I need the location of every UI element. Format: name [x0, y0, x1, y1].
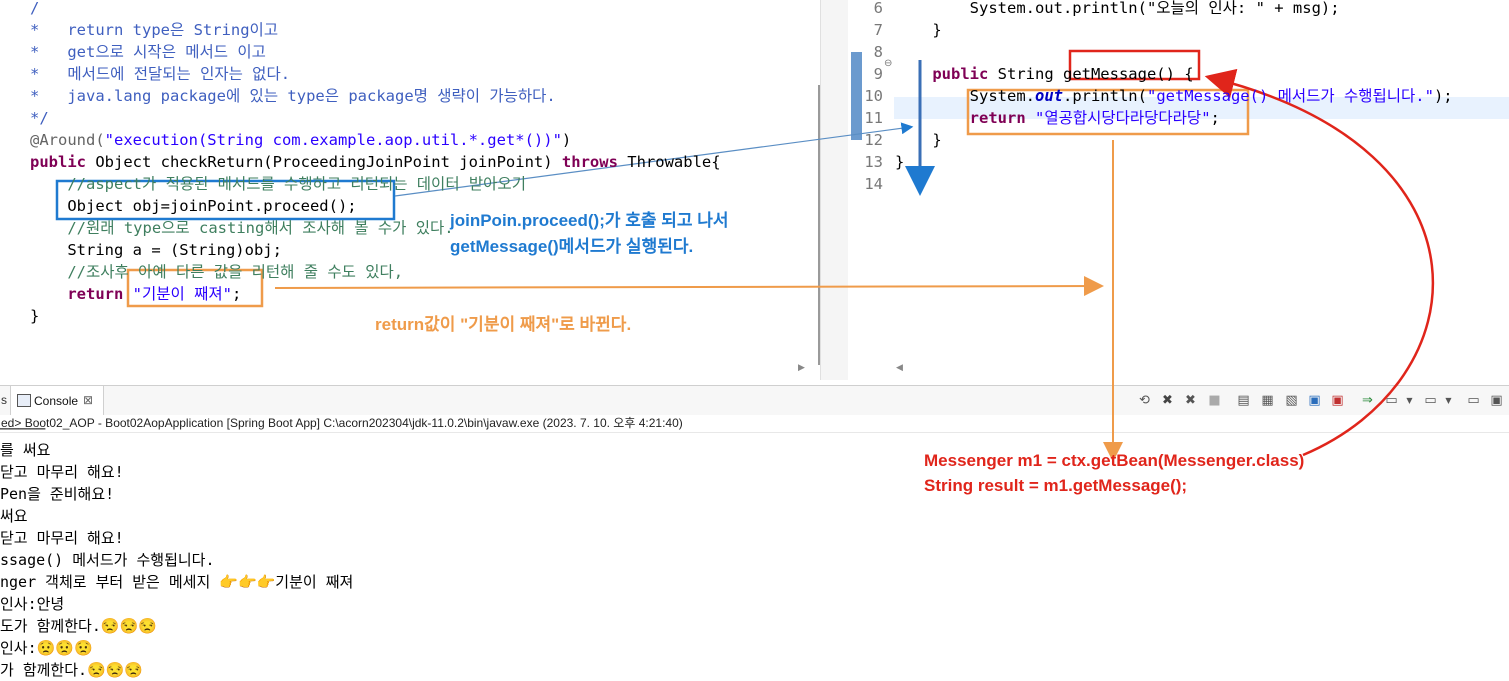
line-number: 12: [864, 131, 883, 149]
right-code-line: return "열공합시당다라당다라당";: [895, 109, 1220, 127]
editor-divider: [820, 0, 850, 380]
console-line: 가 함께한다.😒😒😒: [0, 661, 144, 679]
left-code-line: * 메서드에 전달되는 인자는 없다.: [30, 65, 291, 83]
console-line: 써요: [0, 507, 28, 525]
line-number: 10: [864, 87, 883, 105]
left-code-line: * java.lang package에 있는 type은 package명 생…: [30, 87, 556, 105]
right-code-line: }: [895, 153, 905, 171]
line-number: 14: [864, 175, 883, 193]
line-number: 6: [873, 0, 883, 17]
open-dropdown-icon[interactable]: ▼: [1441, 393, 1456, 408]
left-code-line: @Around("execution(String com.example.ao…: [30, 131, 572, 149]
left-code-line: * get으로 시작은 메서드 이고: [30, 43, 266, 61]
prev-tab-fragment[interactable]: s: [1, 393, 7, 407]
line-number: 8: [873, 43, 883, 61]
sync-icon[interactable]: ⟲: [1137, 393, 1152, 408]
left-code-line: Object obj=joinPoint.proceed();: [30, 197, 357, 215]
left-code-line: //aspect가 적용된 메서드를 수행하고 리턴되는 데이터 받아오기: [30, 175, 526, 193]
console-line: nger 객체로 부터 받은 메세지 👉👉👉기분이 째져: [0, 573, 354, 591]
red-annotation-line1: Messenger m1 = ctx.getBean(Messenger.cla…: [924, 451, 1305, 470]
console-line: 닫고 마무리 해요!: [0, 529, 124, 547]
console-tabbar: s Console ⊠: [0, 385, 1509, 417]
open-console-icon[interactable]: ▭: [1423, 393, 1438, 408]
left-scroll-right-arrow[interactable]: ▶: [798, 362, 805, 373]
left-code-line: //원래 type으로 casting해서 조사해 볼 수가 있다.: [30, 219, 454, 237]
red-annotation-line2: String result = m1.getMessage();: [924, 476, 1188, 495]
left-code-line: }: [30, 307, 40, 325]
console-line: 도가 함께한다.😒😒😒: [0, 617, 157, 635]
clear-console-icon[interactable]: ▤: [1236, 393, 1251, 408]
fold-icon[interactable]: ⊖: [884, 58, 892, 69]
left-code-line: String a = (String)obj;: [30, 241, 282, 259]
maximize-icon[interactable]: ▣: [1489, 393, 1504, 408]
blue-annotation-line1: joinPoin.proceed();가 호출 되고 나서: [450, 211, 729, 230]
console-launch-text: ed> Boot02_AOP - Boot02AopApplication [S…: [1, 416, 683, 430]
console-line: 인사:안녕: [0, 595, 65, 613]
word-wrap-icon[interactable]: ▧: [1284, 393, 1299, 408]
right-code-line: public String getMessage() {: [895, 65, 1194, 83]
console-cut-line: ─────: [0, 420, 46, 438]
minimize-icon[interactable]: ▭: [1466, 393, 1481, 408]
terminate-icon[interactable]: ✖: [1160, 393, 1175, 408]
show-on-output-icon[interactable]: ▣: [1307, 393, 1322, 408]
right-code-line: }: [895, 131, 942, 149]
left-code-line: public Object checkReturn(ProceedingJoin…: [30, 153, 721, 171]
right-code-line: System.out.println("오늘의 인사: " + msg);: [895, 0, 1340, 17]
console-tab-label: Console: [34, 394, 79, 408]
left-code-line: */: [30, 109, 49, 127]
line-number: 11: [864, 109, 883, 127]
right-code-line: }: [895, 21, 942, 39]
line-number: 9: [873, 65, 883, 83]
line-number: 7: [873, 21, 883, 39]
right-scroll-left-arrow[interactable]: ◀: [896, 362, 903, 373]
right-editor[interactable]: 6 7 8 9 10 11 12 13 14 System.out.println("오늘의 인…: [848, 0, 1509, 380]
orange-annotation: return값이 "기분이 째져"로 바뀐다.: [375, 315, 632, 334]
remove-all-icon[interactable]: ✖: [1183, 393, 1198, 408]
console-tab[interactable]: Console ⊠: [10, 386, 104, 416]
display-dropdown-icon[interactable]: ▼: [1402, 393, 1417, 408]
console-line: ssage() 메서드가 수행됩니다.: [0, 551, 215, 569]
blue-annotation-line2: getMessage()메서드가 실행된다.: [450, 237, 694, 256]
stop-icon[interactable]: ■: [1207, 393, 1222, 408]
console-line: 를 써요: [0, 441, 51, 459]
left-code-line: /: [30, 0, 40, 17]
console-icon: [17, 394, 31, 407]
show-on-error-icon[interactable]: ▣: [1330, 393, 1345, 408]
scroll-lock-icon[interactable]: ▦: [1260, 393, 1275, 408]
console-line: 인사:😟😟😟: [0, 639, 93, 657]
left-code-line: return "기분이 째져";: [30, 285, 242, 303]
console-launch-header: ed> Boot02_AOP - Boot02AopApplication [S…: [0, 415, 1509, 433]
left-code-line: //조사후 아예 다른 값을 리턴해 줄 수도 있다,: [30, 263, 404, 281]
right-code-line: System.out.println("getMessage() 메서드가 수행…: [895, 87, 1453, 105]
pin-console-icon[interactable]: ⇒: [1360, 393, 1375, 408]
console-line: Pen을 준비해요!: [0, 485, 115, 503]
close-icon[interactable]: ⊠: [83, 393, 93, 407]
console-line: 닫고 마무리 해요!: [0, 463, 124, 481]
display-console-icon[interactable]: ▭: [1384, 393, 1399, 408]
left-code-line: * return type은 String이고: [30, 21, 279, 39]
line-number: 13: [864, 153, 883, 171]
